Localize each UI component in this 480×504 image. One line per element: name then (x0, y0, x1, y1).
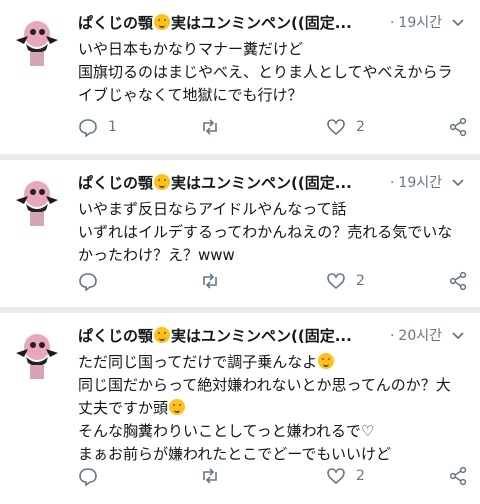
chevron-down-icon[interactable] (450, 174, 466, 190)
display-name-suffix[interactable]: 実はユンミンペン((固定... (171, 14, 352, 32)
timestamp[interactable]: · 19시간 (390, 12, 442, 32)
display-name[interactable]: ぱくじの顎 (78, 14, 153, 32)
like-count: 2 (356, 273, 365, 289)
heart-icon (327, 119, 345, 136)
retweet-button[interactable] (200, 116, 230, 138)
tweet-header: ぱくじの顎 実はユンミンペン((固定... · 19시간 (78, 12, 468, 34)
retweet-icon (203, 119, 217, 135)
tweet-line: いや日本もかなりマナー糞だけど (78, 40, 304, 58)
chevron-down-icon[interactable] (450, 14, 466, 30)
shush-emoji-icon (154, 14, 171, 30)
share-button[interactable] (448, 116, 468, 138)
timestamp[interactable]: · 20시간 (390, 325, 442, 345)
heart-icon (327, 468, 345, 485)
retweet-icon (203, 273, 217, 289)
like-button[interactable]: 2 (326, 116, 365, 138)
tweet-line: 国旗切るのはまじやべえ、とりま人としてやべえからラ (78, 63, 453, 81)
smiling-face-emoji-icon (169, 399, 186, 415)
retweet-icon (203, 468, 217, 484)
tweet[interactable]: ぱくじの顎 実はユンミンペン((固定... · 19시간 いやまず反日ならアイドルや… (0, 160, 480, 305)
shush-emoji-icon (154, 327, 171, 343)
avatar[interactable] (12, 174, 62, 230)
tweet-line: イブじゃなくて地獄にでも行け？ (78, 86, 303, 104)
tweet[interactable]: ぱくじの顎 実はユンミンペン((固定... · 20시간 ただ同じ国ってだけで調子乗… (0, 313, 480, 504)
like-count: 2 (356, 468, 365, 484)
timestamp-text: 19시간 (398, 175, 442, 191)
tweet-actions: 2 (78, 465, 470, 487)
like-button[interactable]: 2 (326, 270, 365, 292)
display-name[interactable]: ぱくじの顎 (78, 174, 153, 192)
tweet-text: いやまず反日ならアイドルやんなって話 いずれはイルデするってわかんねえの？売れる… (78, 198, 470, 267)
reply-button[interactable] (78, 465, 108, 487)
tweet-text: ただ同じ国ってだけで調子乗んなよ 同じ国だからって絶対嫌われないとか思ってんのか… (78, 351, 470, 466)
like-count: 2 (356, 119, 365, 135)
tweet-actions: 2 (78, 270, 470, 292)
avatar[interactable] (12, 327, 62, 383)
reply-button[interactable]: 1 (78, 116, 117, 138)
tweet-line: そんな胸糞わりいことしてっと嫌われるで♡ (78, 422, 375, 440)
tweet-line: いやまず反日ならアイドルやんなって話 (78, 200, 347, 218)
avatar[interactable] (12, 14, 62, 70)
tweet-line: ただ同じ国ってだけで調子乗んなよ (78, 353, 318, 371)
share-icon (449, 466, 467, 486)
tweet[interactable]: ぱくじの顎 実はユンミンペン((固定... · 19시간 いや日本もかなりマナー糞だ… (0, 0, 480, 150)
display-name-suffix[interactable]: 実はユンミンペン((固定... (171, 327, 352, 345)
share-icon (449, 117, 467, 137)
smiling-face-emoji-icon (318, 353, 335, 369)
reply-icon (79, 119, 97, 137)
display-name[interactable]: ぱくじの顎 (78, 327, 153, 345)
heart-icon (327, 273, 345, 290)
share-icon (449, 271, 467, 291)
tweet-line: 丈夫ですか頭 (78, 399, 169, 417)
reply-count: 1 (108, 119, 117, 135)
like-button[interactable]: 2 (326, 465, 365, 487)
tweet-header: ぱくじの顎 実はユンミンペン((固定... · 20시간 (78, 325, 468, 347)
tweet-actions: 1 2 (78, 116, 470, 138)
timestamp-text: 20시간 (398, 328, 442, 344)
reply-icon (79, 273, 97, 291)
tweet-line: かったわけ？え？www (78, 246, 235, 264)
shush-emoji-icon (154, 174, 171, 190)
tweet-text: いや日本もかなりマナー糞だけど 国旗切るのはまじやべえ、とりま人としてやべえから… (78, 38, 470, 107)
retweet-button[interactable] (200, 465, 230, 487)
retweet-button[interactable] (200, 270, 230, 292)
display-name-suffix[interactable]: 実はユンミンペン((固定... (171, 174, 352, 192)
reply-button[interactable] (78, 270, 108, 292)
timestamp[interactable]: · 19시간 (390, 172, 442, 192)
tweet-line: いずれはイルデするってわかんねえの？売れる気でいな (78, 223, 453, 241)
tweet-line: 同じ国だからって絶対嫌われないとか思ってんのか？大 (78, 376, 451, 394)
share-button[interactable] (448, 270, 468, 292)
reply-icon (79, 468, 97, 486)
tweet-feed: ぱくじの顎 実はユンミンペン((固定... · 19시간 いや日本もかなりマナー糞だ… (0, 0, 480, 504)
share-button[interactable] (448, 465, 468, 487)
timestamp-text: 19시간 (398, 15, 442, 31)
tweet-header: ぱくじの顎 実はユンミンペン((固定... · 19시간 (78, 172, 468, 194)
tweet-line: まぁお前らが嫌われたとこでどーでもいいけど (78, 445, 392, 463)
chevron-down-icon[interactable] (450, 327, 466, 343)
